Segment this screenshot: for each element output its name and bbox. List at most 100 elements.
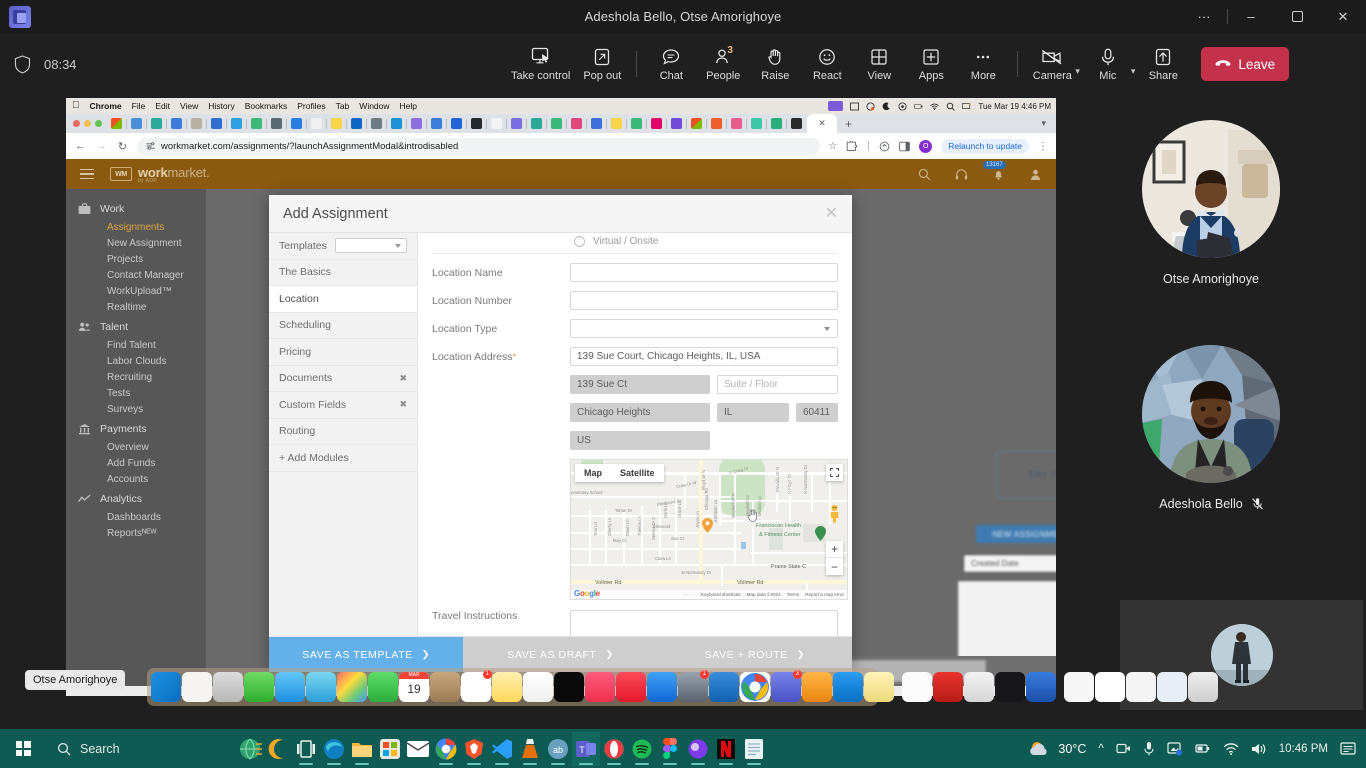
sidebar-item-overview[interactable]: Overview (66, 439, 206, 455)
tab-favicon[interactable] (230, 118, 242, 129)
mac-clock[interactable]: Tue Mar 19 4:46 PM (978, 102, 1051, 111)
dock-item-word[interactable] (1026, 672, 1056, 702)
location-address-input[interactable]: 139 Sue Court, Chicago Heights, IL, USA (570, 347, 838, 366)
dock-item-screenshot[interactable] (1157, 672, 1187, 702)
taskbar-item-chrome[interactable] (432, 732, 460, 766)
reload-button[interactable]: ↻ (116, 140, 129, 153)
dock-item-appletv[interactable] (554, 672, 584, 702)
dock-item-chrome[interactable] (740, 672, 770, 702)
menu-bookmarks[interactable]: Bookmarks (245, 101, 288, 111)
battery-icon[interactable] (914, 102, 923, 111)
view-button[interactable]: View (853, 35, 905, 93)
sidebar-item-assignments[interactable]: Assignments (66, 219, 206, 235)
sidebar-heading-payments[interactable]: Payments (66, 419, 206, 439)
dock-item-appstore[interactable] (647, 672, 677, 702)
dock-item-reminders[interactable]: 1 (461, 670, 492, 702)
tab-favicon[interactable] (790, 118, 802, 129)
tab-favicon[interactable] (650, 118, 662, 129)
taskbar-item-vscode[interactable] (488, 732, 516, 766)
modal-nav-location[interactable]: Location (269, 286, 417, 313)
tab-favicon[interactable] (330, 118, 342, 129)
tab-favicon[interactable] (630, 118, 642, 129)
dock-item-news[interactable] (616, 672, 646, 702)
spotlight-search-icon[interactable] (946, 102, 956, 111)
save-as-draft-button[interactable]: SAVE AS DRAFT ❯ (463, 637, 658, 672)
taskbar-item-notepad[interactable] (740, 732, 768, 766)
maximize-button[interactable] (1274, 0, 1320, 33)
dock-item-document[interactable] (1064, 672, 1094, 702)
relaunch-to-update-button[interactable]: Relaunch to update (941, 138, 1029, 154)
tab-favicon[interactable] (770, 118, 782, 129)
chrome-menu-icon[interactable]: ⋮ (1038, 141, 1048, 152)
location-number-input[interactable] (570, 291, 838, 310)
display-icon[interactable] (962, 102, 972, 111)
dock-item-mail[interactable] (275, 672, 305, 702)
location-name-input[interactable] (570, 263, 838, 282)
dock-item-calculator[interactable] (964, 672, 994, 702)
profile-avatar[interactable]: O (919, 139, 933, 153)
taskbar-item-adguard[interactable]: ab (544, 732, 572, 766)
participant-tile-adeshola[interactable]: Adeshola Bello (1056, 345, 1366, 511)
tab-favicon[interactable] (450, 118, 462, 129)
react-button[interactable]: React (801, 35, 853, 93)
leave-call-button[interactable]: Leave (1201, 47, 1290, 81)
menu-chrome[interactable]: Chrome (90, 101, 122, 111)
dock-item-stickies[interactable] (864, 672, 894, 702)
tab-favicon[interactable] (610, 118, 622, 129)
notifications-bell[interactable]: 13167 (983, 160, 1006, 181)
dock-item-teams[interactable]: 3 (771, 670, 802, 702)
dock-item-trash[interactable] (1188, 672, 1218, 702)
notification-center-icon[interactable] (1340, 741, 1356, 756)
map-zoom-out-button[interactable]: − (826, 558, 843, 575)
site-settings-icon[interactable] (146, 142, 155, 150)
more-button[interactable]: More (957, 35, 1009, 93)
taskbar-item-crescent[interactable] (264, 732, 292, 766)
taskbar-item-opera[interactable] (600, 732, 628, 766)
country-input[interactable]: US (570, 431, 710, 450)
modal-nav-scheduling[interactable]: Scheduling (269, 313, 417, 339)
keyboard-shortcuts-link[interactable]: Keyboard shortcuts (701, 592, 741, 597)
templates-select[interactable] (335, 238, 407, 254)
sidebar-heading-talent[interactable]: Talent (66, 317, 206, 337)
sidebar-item-tests[interactable]: Tests (66, 385, 206, 401)
tab-close-icon[interactable]: ✕ (818, 118, 826, 129)
map-zoom-controls[interactable]: + − (826, 541, 843, 575)
sidebar-item-accounts[interactable]: Accounts (66, 471, 206, 487)
tab-favicon[interactable] (690, 118, 702, 129)
tab-favicon[interactable] (510, 118, 522, 129)
menu-help[interactable]: Help (400, 101, 417, 111)
zoom-window-dot[interactable] (95, 120, 102, 127)
dock-item-contacts[interactable] (430, 672, 460, 702)
sidebar-item-surveys[interactable]: Surveys (66, 401, 206, 417)
taskbar-item-figma[interactable] (656, 732, 684, 766)
close-window-dot[interactable] (73, 120, 80, 127)
remove-module-icon[interactable]: ✖ (399, 373, 407, 384)
chat-button[interactable]: Chat (645, 35, 697, 93)
menu-profiles[interactable]: Profiles (297, 101, 325, 111)
search-icon[interactable] (918, 168, 931, 181)
save-as-template-button[interactable]: SAVE AS TEMPLATE ❯ (269, 637, 464, 672)
start-button[interactable] (0, 729, 46, 768)
sidebar-item-realtime[interactable]: Realtime (66, 299, 206, 315)
terms-link[interactable]: Terms (787, 592, 800, 597)
extension-icon[interactable] (866, 102, 875, 111)
tab-favicon[interactable] (310, 118, 322, 129)
report-map-error-link[interactable]: Report a map error (805, 592, 844, 597)
camera-button[interactable]: Camera (1026, 35, 1078, 93)
taskbar-item-epic[interactable] (684, 732, 712, 766)
raise-hand-button[interactable]: Raise (749, 35, 801, 93)
dock-item-facetime[interactable] (368, 672, 398, 702)
city-input[interactable]: Chicago Heights (570, 403, 710, 422)
save-and-route-button[interactable]: SAVE + ROUTE ❯ (657, 637, 852, 672)
dock-item-calendar[interactable]: MAR 19 (399, 672, 429, 702)
tab-favicon[interactable] (170, 118, 182, 129)
taskbar-item-earth[interactable] (236, 732, 264, 766)
taskbar-item-vlc[interactable] (516, 732, 544, 766)
tab-favicon[interactable] (530, 118, 542, 129)
address-bar[interactable]: workmarket.com/assignments/?launchAssign… (137, 137, 821, 155)
virtual-onsite-row[interactable]: Virtual / Onsite (432, 233, 838, 254)
tab-favicon[interactable] (190, 118, 202, 129)
menu-view[interactable]: View (180, 101, 198, 111)
mic-tray-icon[interactable] (1143, 741, 1155, 756)
tray-expand-chevron-icon[interactable]: ^ (1098, 743, 1103, 755)
